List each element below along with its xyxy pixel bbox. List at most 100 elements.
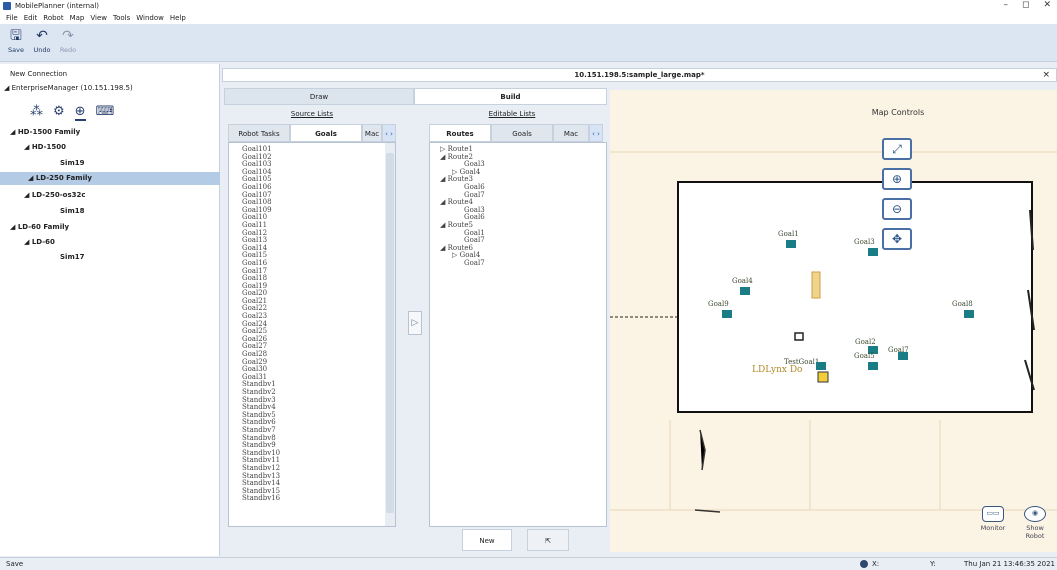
tab-editable-goals[interactable]: Goals	[491, 124, 553, 142]
window-title: MobilePlanner (internal)	[15, 2, 100, 10]
undo-button[interactable]: ↶ Undo	[30, 26, 54, 60]
route-label: Goal7	[464, 258, 485, 267]
enterprise-manager-item[interactable]: ◢ EnterpriseManager (10.151.198.5)	[4, 84, 133, 92]
goal-label: Goal4	[732, 277, 753, 285]
tab-editable-mac[interactable]: Mac	[553, 124, 589, 142]
tab-source-goals[interactable]: Goals	[290, 124, 362, 142]
monitor-button[interactable]: ▭▭ Monitor	[975, 506, 1011, 532]
menu-file[interactable]: File	[6, 14, 18, 22]
list-item[interactable]: Standbv16	[242, 495, 280, 503]
expand-toggle-icon[interactable]: ◢	[440, 153, 448, 161]
goal-marker[interactable]	[964, 310, 974, 318]
source-lists-header[interactable]: Source Lists	[262, 110, 362, 118]
status-y-coordinate: Y:	[930, 560, 936, 568]
title-bar: MobilePlanner (internal) – ◻ ✕	[0, 0, 1057, 12]
map-canvas[interactable]: Map Controls ⤢ ⊕ ⊖ ✥ Goal1 Goal3 Goal4 G…	[610, 90, 1057, 552]
tab-robot-tasks[interactable]: Robot Tasks	[228, 124, 290, 142]
redo-icon: ↷	[62, 28, 74, 44]
tab-build[interactable]: Build	[414, 88, 607, 105]
goal-label: Goal2	[855, 338, 876, 346]
menu-window[interactable]: Window	[136, 14, 164, 22]
monitor-icon: ▭▭	[982, 506, 1004, 522]
fit-map-icon[interactable]: ⤢	[882, 138, 912, 160]
goal-label: Goal3	[854, 238, 875, 246]
tree-sim19[interactable]: Sim19	[60, 159, 84, 167]
goal-label: Goal8	[952, 300, 973, 308]
goal-marker[interactable]	[868, 362, 878, 370]
app-icon	[3, 2, 11, 10]
editable-lists-header[interactable]: Editable Lists	[462, 110, 562, 118]
edit-pointer-button[interactable]: ⇱	[527, 529, 569, 551]
pan-icon[interactable]: ✥	[882, 228, 912, 250]
locate-icon[interactable]	[860, 560, 868, 568]
menu-robot[interactable]: Robot	[43, 14, 63, 22]
editable-tab-scroll-arrows[interactable]: ‹ ›	[589, 124, 603, 142]
globe-icon[interactable]: ⊕	[74, 104, 86, 121]
goal-marker[interactable]	[868, 248, 878, 256]
status-x-coordinate: X:	[872, 560, 880, 568]
menu-bar: File Edit Robot Map View Tools Window He…	[0, 12, 1057, 24]
toolbar: 🖫 Save ↶ Undo ↷ Redo	[0, 24, 1057, 62]
maximize-button[interactable]: ◻	[1022, 0, 1029, 10]
minimize-button[interactable]: –	[1003, 0, 1008, 10]
goal-marker[interactable]	[740, 287, 750, 295]
goal-marker[interactable]	[786, 240, 796, 248]
route-tree-list[interactable]: ▷ Route1 ◢ Route2 Goal3 ▷ Goal4 ◢ Route3 Goal…	[429, 142, 607, 527]
tree-sim18[interactable]: Sim18	[60, 207, 84, 215]
expand-toggle-icon[interactable]: ▷	[452, 251, 460, 260]
computer-icon[interactable]: ⌨	[96, 104, 115, 121]
fleet-icon[interactable]: ⁂	[30, 104, 43, 121]
settings-icon[interactable]: ⚙	[53, 104, 65, 121]
goal-label: Goal1	[778, 230, 799, 238]
new-button[interactable]: New	[462, 529, 512, 551]
source-list-scrollbar[interactable]	[385, 143, 395, 526]
map-drawing	[610, 90, 1057, 552]
expand-toggle-icon[interactable]: ◢	[440, 244, 448, 252]
robot-label: LDLynx Do	[752, 365, 803, 375]
tab-routes[interactable]: Routes	[429, 124, 491, 142]
source-goal-list[interactable]: Goal101 Goal102 Goal103 Goal104 Goal105 Goal1…	[228, 142, 396, 527]
close-tab-icon[interactable]: ×	[1042, 69, 1050, 82]
undo-icon: ↶	[36, 28, 48, 44]
goal-marker[interactable]	[816, 362, 826, 370]
menu-edit[interactable]: Edit	[24, 14, 38, 22]
save-icon: 🖫	[10, 28, 22, 44]
tab-source-mac[interactable]: Mac	[362, 124, 382, 142]
goal-label: Goal9	[708, 300, 729, 308]
expand-toggle-icon[interactable]: ◢	[440, 221, 448, 229]
zoom-out-icon[interactable]: ⊖	[882, 198, 912, 220]
robot-icon: ◉	[1024, 506, 1046, 522]
redo-button[interactable]: ↷ Redo	[56, 26, 80, 60]
map-controls-label: Map Controls	[871, 108, 925, 117]
expand-toggle-icon[interactable]: ◢	[440, 175, 448, 184]
tree-ld-60-family[interactable]: ◢ LD-60 Family	[10, 223, 69, 231]
expand-toggle-icon[interactable]: ◢	[440, 198, 448, 206]
tree-ld-250-os32c[interactable]: ◢ LD-250-os32c	[24, 191, 86, 199]
main-area: 10.151.198.5:sample_large.map* × Draw Bu…	[222, 64, 1057, 556]
tree-ld-250-family[interactable]: ◢ LD-250 Family	[0, 172, 220, 185]
zoom-in-icon[interactable]: ⊕	[882, 168, 912, 190]
save-button[interactable]: 🖫 Save	[4, 26, 28, 60]
source-tab-scroll-arrows[interactable]: ‹ ›	[382, 124, 396, 142]
tree-hd-1500-family[interactable]: ◢ HD-1500 Family	[10, 128, 80, 136]
goal-marker[interactable]	[722, 310, 732, 318]
tab-draw[interactable]: Draw	[224, 88, 414, 105]
connection-panel: New Connection ◢ EnterpriseManager (10.1…	[0, 64, 220, 556]
tree-sim17[interactable]: Sim17	[60, 253, 84, 261]
menu-view[interactable]: View	[90, 14, 107, 22]
menu-tools[interactable]: Tools	[113, 14, 130, 22]
menu-help[interactable]: Help	[170, 14, 186, 22]
connection-label: New Connection	[10, 70, 68, 78]
status-bar: Save X: Y: Thu Jan 21 13:46:35 2021	[0, 557, 1057, 570]
scrollbar-thumb[interactable]	[386, 153, 394, 513]
menu-map[interactable]: Map	[70, 14, 85, 22]
tree-hd-1500[interactable]: ◢ HD-1500	[24, 143, 66, 151]
goal-marker[interactable]	[898, 352, 908, 360]
document-tab[interactable]: 10.151.198.5:sample_large.map* ×	[222, 68, 1057, 82]
show-robot-button[interactable]: ◉ Show Robot	[1017, 506, 1053, 540]
add-to-list-arrow-button[interactable]: ▷	[408, 311, 422, 335]
route-goal-item[interactable]: Goal7	[440, 258, 485, 268]
status-message: Save	[6, 560, 24, 568]
close-window-button[interactable]: ✕	[1043, 0, 1051, 10]
tree-ld-60[interactable]: ◢ LD-60	[24, 238, 55, 246]
